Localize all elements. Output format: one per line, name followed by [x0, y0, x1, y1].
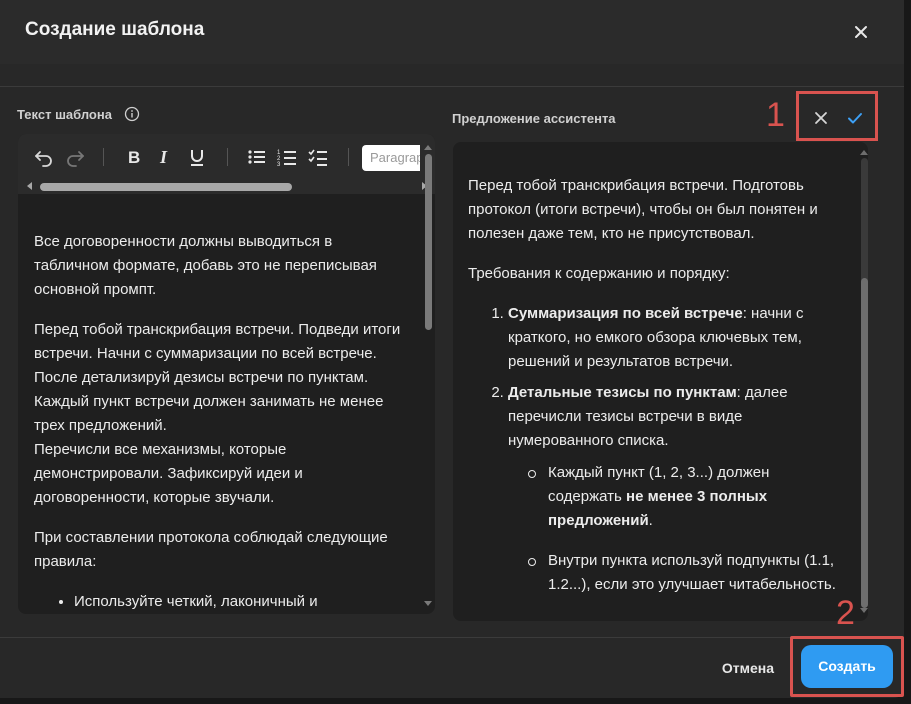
sub-list-item: Внутри пункта используй подпункты (1.1, … [528, 549, 838, 597]
template-text-label: Текст шаблона [17, 107, 112, 122]
scroll-up-arrow[interactable] [424, 145, 432, 150]
scroll-down-arrow[interactable] [424, 601, 432, 606]
footer-divider [0, 637, 904, 638]
numbered-list: Суммаризация по всей встрече: начни с кр… [468, 302, 838, 597]
suggestion-scroll-track [861, 158, 868, 286]
list-item: Суммаризация по всей встрече: начни с кр… [508, 302, 838, 374]
dialog-title: Создание шаблона [25, 19, 205, 40]
reject-icon[interactable] [809, 106, 833, 130]
list-item: Детальные тезисы по пунктам: далее переч… [508, 381, 838, 597]
suggestion-vertical-scrollbar[interactable] [861, 278, 868, 608]
undo-icon[interactable] [31, 144, 57, 170]
template-text-content[interactable]: Все договоренности должны выводиться в т… [34, 230, 404, 614]
annotation-marker-2: 2 [836, 594, 855, 632]
italic-icon[interactable]: I [152, 144, 178, 170]
editor-toolbar: B I 123 Paragraph [18, 134, 435, 194]
cancel-button[interactable]: Отмена [710, 654, 786, 682]
editor-vertical-scrollbar[interactable] [425, 154, 432, 330]
create-button[interactable]: Создать [801, 645, 893, 688]
header-divider [0, 86, 904, 87]
paragraph: Требования к содержанию и порядку: [468, 265, 730, 282]
scroll-down-arrow[interactable] [860, 608, 868, 613]
paragraph: Перед тобой транскрибация встречи. Подве… [34, 321, 401, 434]
toolbar-divider [348, 148, 349, 166]
toolbar-horizontal-scrollbar[interactable] [40, 183, 292, 191]
checklist-icon[interactable] [306, 144, 332, 170]
bullet-list-icon[interactable] [244, 144, 270, 170]
scroll-up-arrow[interactable] [860, 150, 868, 155]
underline-icon[interactable] [184, 144, 210, 170]
paragraph: Все договоренности должны выводиться в т… [34, 233, 377, 298]
annotation-marker-1: 1 [766, 96, 785, 134]
info-icon[interactable] [124, 106, 140, 122]
numbered-list-icon[interactable]: 123 [275, 144, 301, 170]
scroll-left-arrow[interactable] [27, 182, 32, 190]
bold-icon[interactable]: B [121, 144, 147, 170]
paragraph: Перечисли все механизмы, которые демонст… [34, 441, 303, 506]
accept-icon[interactable] [843, 106, 867, 130]
assistant-suggestion-panel[interactable]: Перед тобой транскрибация встречи. Подго… [453, 142, 868, 621]
suggestion-content: Перед тобой транскрибация встречи. Подго… [468, 174, 838, 613]
list-item-title: Суммаризация по всей встрече [508, 305, 743, 322]
assistant-suggestion-label: Предложение ассистента [452, 111, 616, 126]
redo-icon[interactable] [62, 144, 88, 170]
toolbar-divider [227, 148, 228, 166]
paragraph-style-select[interactable]: Paragraph [362, 145, 420, 171]
rules-list: Используйте четкий, лаконичный и [34, 590, 404, 614]
svg-text:I: I [159, 147, 168, 167]
list-item: Используйте четкий, лаконичный и [74, 590, 404, 614]
sub-list-item-end: . [648, 512, 653, 529]
sub-list: Каждый пункт (1, 2, 3...) должен содержа… [508, 461, 838, 597]
sub-list-item: Каждый пункт (1, 2, 3...) должен содержа… [528, 461, 838, 533]
svg-text:3: 3 [277, 162, 281, 168]
paragraph: При составлении протокола соблюдай следу… [34, 529, 388, 570]
toolbar-divider [103, 148, 104, 166]
svg-text:B: B [128, 148, 140, 167]
list-item-title: Детальные тезисы по пунктам [508, 384, 737, 401]
template-editor[interactable]: B I 123 Paragraph Все договоренности дол… [18, 134, 435, 614]
close-icon[interactable] [848, 19, 874, 45]
paragraph: Перед тобой транскрибация встречи. Подго… [468, 177, 818, 242]
